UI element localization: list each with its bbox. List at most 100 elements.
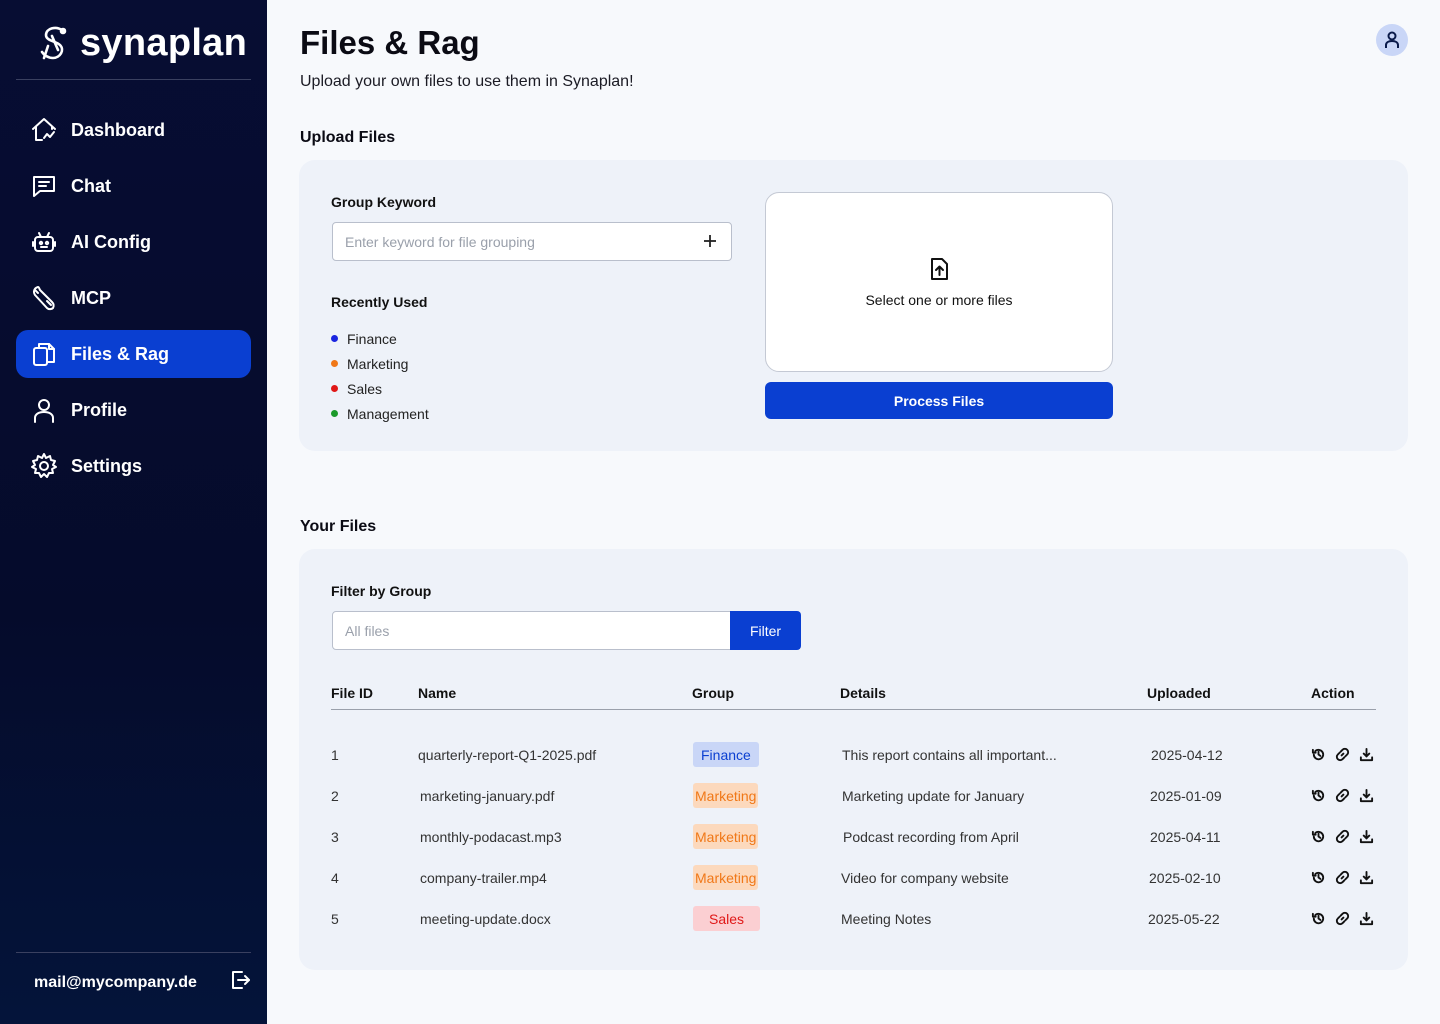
robot-icon [30,228,58,256]
column-header: Uploaded [1147,685,1211,701]
file-name[interactable]: quarterly-report-Q1-2025.pdf [418,747,596,763]
group-badge: Marketing [693,865,759,890]
download-icon[interactable] [1359,747,1374,762]
history-icon[interactable] [1311,870,1326,885]
sidebar-item-ai-config[interactable]: AI Config [16,218,251,266]
sidebar-item-settings[interactable]: Settings [16,442,251,490]
sidebar-footer: mail@mycompany.de [34,968,252,997]
filter-button[interactable]: Filter [730,611,801,650]
link-icon[interactable] [1335,829,1350,844]
file-id: 2 [331,788,339,804]
upload-card: Group Keyword Enter keyword for file gro… [299,160,1408,451]
sidebar-item-profile[interactable]: Profile [16,386,251,434]
row-actions [1311,747,1374,762]
link-icon[interactable] [1335,747,1350,762]
table-header: File ID Name Group Details Uploaded Acti… [331,682,1376,710]
sidebar-footer-divider [16,952,251,953]
file-details: Podcast recording from April [843,829,1019,845]
avatar[interactable] [1376,24,1408,56]
dot-icon [331,335,338,342]
recent-keyword-label: Sales [347,380,383,397]
history-icon[interactable] [1311,788,1326,803]
file-id: 4 [331,870,339,886]
file-id: 5 [331,911,339,927]
group-badge: Marketing [693,824,759,849]
history-icon[interactable] [1311,829,1326,844]
filter-label: Filter by Group [331,583,432,599]
logout-icon[interactable] [228,968,252,997]
group-badge: Finance [693,742,759,767]
download-icon[interactable] [1359,788,1374,803]
file-uploaded: 2025-01-09 [1150,788,1222,804]
table-row: 1 quarterly-report-Q1-2025.pdf Finance T… [331,742,1376,783]
filter-placeholder: All files [345,622,390,639]
recent-keyword-marketing[interactable]: Marketing [331,351,429,376]
file-name[interactable]: company-trailer.mp4 [420,870,547,886]
sidebar-item-label: Chat [71,175,111,196]
sidebar-item-label: Profile [71,399,128,420]
sidebar-item-chat[interactable]: Chat [16,162,251,210]
group-keyword-placeholder: Enter keyword for file grouping [345,233,535,250]
group-badge: Marketing [693,783,759,808]
brand[interactable]: synaplan [38,22,247,65]
download-icon[interactable] [1359,911,1374,926]
files-icon [30,340,58,368]
sidebar-item-label: Files & Rag [71,343,170,364]
synaplan-logo-icon [40,26,67,59]
page-title: Files & Rag [300,24,480,61]
wrench-icon [30,284,58,312]
sidebar-item-label: AI Config [71,231,151,252]
user-email: mail@mycompany.de [34,973,197,991]
recently-used-list: Finance Marketing Sales Management [331,326,429,426]
column-header: Action [1311,685,1355,701]
process-files-button[interactable]: Process Files [765,382,1113,419]
download-icon[interactable] [1359,870,1374,885]
column-header: Group [692,685,734,701]
file-upload-icon [931,258,948,280]
brand-name: synaplan [80,22,248,64]
page-subtitle: Upload your own files to use them in Syn… [300,73,634,90]
sidebar-divider [16,79,251,80]
gear-icon [30,452,58,480]
file-id: 3 [331,829,339,845]
plus-icon[interactable] [701,232,719,250]
link-icon[interactable] [1335,788,1350,803]
recent-keyword-label: Finance [347,330,397,347]
files-section-title: Your Files [300,518,377,535]
recent-keyword-finance[interactable]: Finance [331,326,429,351]
group-keyword-input[interactable]: Enter keyword for file grouping [332,222,732,261]
sidebar-item-label: MCP [71,287,111,308]
table-row: 4 company-trailer.mp4 Marketing Video fo… [331,865,1376,906]
filter-input[interactable]: All files [332,611,732,650]
recent-keyword-management[interactable]: Management [331,401,429,426]
history-icon[interactable] [1311,911,1326,926]
file-name[interactable]: marketing-january.pdf [420,788,554,804]
files-card: Filter by Group All files Filter File ID… [299,549,1408,970]
file-uploaded: 2025-04-11 [1150,829,1221,845]
sidebar-item-files-rag[interactable]: Files & Rag [16,330,251,378]
recent-keyword-label: Marketing [347,355,409,372]
file-uploaded: 2025-05-22 [1148,911,1220,927]
user-icon [30,396,58,424]
file-uploaded: 2025-04-12 [1151,747,1223,763]
link-icon[interactable] [1335,911,1350,926]
column-header: Details [840,685,886,701]
recent-keyword-sales[interactable]: Sales [331,376,429,401]
file-uploaded: 2025-02-10 [1149,870,1221,886]
link-icon[interactable] [1335,870,1350,885]
sidebar-item-mcp[interactable]: MCP [16,274,251,322]
file-name[interactable]: monthly-podacast.mp3 [420,829,562,845]
file-name[interactable]: meeting-update.docx [420,911,551,927]
history-icon[interactable] [1311,747,1326,762]
file-dropzone[interactable]: Select one or more files [765,192,1113,372]
file-details: This report contains all important... [842,747,1057,763]
dropzone-text: Select one or more files [865,292,1013,308]
file-details: Marketing update for January [842,788,1025,804]
download-icon[interactable] [1359,829,1374,844]
sidebar-item-dashboard[interactable]: Dashboard [16,106,251,154]
file-details: Meeting Notes [841,911,932,927]
column-header: File ID [331,685,374,701]
upload-section-title: Upload Files [300,129,396,146]
recent-keyword-label: Management [347,405,429,422]
row-actions [1311,829,1374,844]
